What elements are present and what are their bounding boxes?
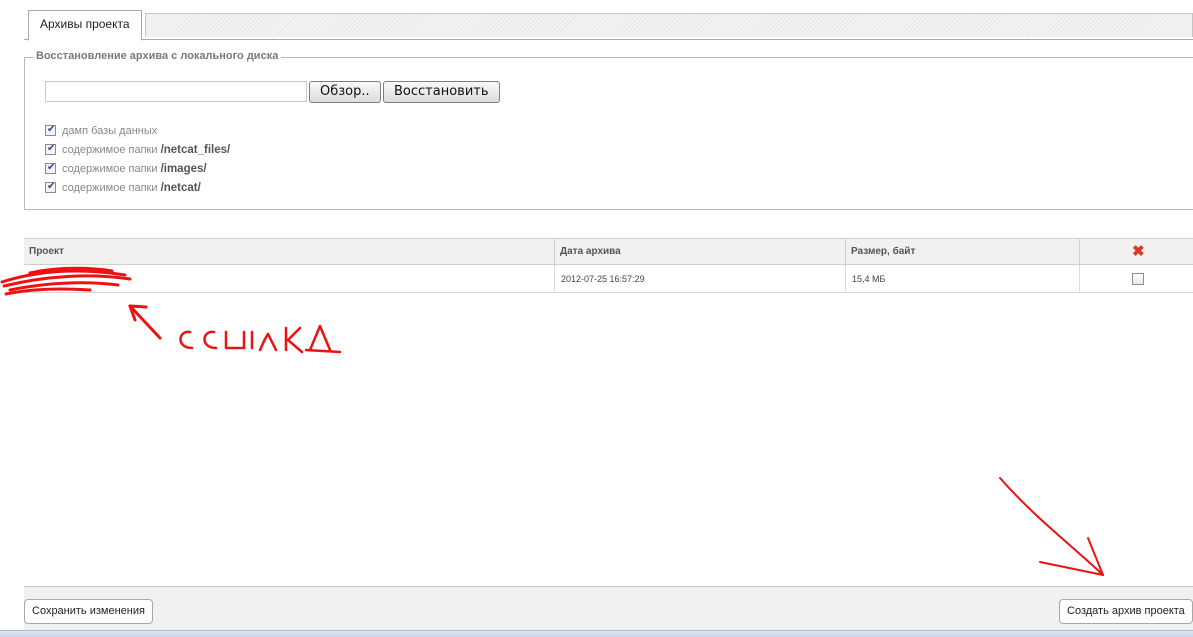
option-netcat-files[interactable]: содержимое папки /netcat_files/: [45, 142, 231, 157]
footer-bar: Сохранить изменения Создать архив проект…: [24, 586, 1193, 630]
save-changes-button[interactable]: Сохранить изменения: [24, 599, 153, 624]
link-arrow: [128, 304, 162, 340]
archive-page: Архивы проекта Восстановление архива с л…: [0, 0, 1193, 637]
archive-size-cell: 15,4 МБ: [846, 265, 1080, 293]
column-size: Размер, байт: [846, 239, 1080, 265]
table-header: Проект Дата архива Размер, байт ✖: [24, 239, 1193, 265]
column-project: Проект: [24, 239, 555, 265]
table-row: 2012-07-25 16:57:29 15,4 МБ: [24, 265, 1193, 293]
option-netcat-files-label: содержимое папки: [62, 144, 161, 156]
restore-section-legend: Восстановление архива с локального диска: [33, 50, 282, 62]
column-archive-date: Дата архива: [555, 239, 846, 265]
option-images-checkbox[interactable]: [45, 161, 56, 175]
archive-date-cell: 2012-07-25 16:57:29: [555, 265, 846, 293]
restore-archive-section: Восстановление архива с локального диска…: [24, 50, 1193, 210]
option-netcat-files-checkbox[interactable]: [45, 142, 56, 156]
create-button-arrow: [999, 477, 1104, 576]
option-netcat-label: содержимое папки: [62, 182, 161, 194]
archive-table: Проект Дата архива Размер, байт ✖ 2012-0…: [24, 238, 1193, 293]
handwritten-note-ssylka: [179, 324, 342, 354]
option-db-dump[interactable]: дамп базы данных: [45, 123, 158, 138]
option-images-path: /images/: [160, 163, 207, 175]
browser-status-bar: [0, 630, 1193, 637]
option-netcat-path: /netcat/: [160, 182, 201, 194]
option-netcat-checkbox[interactable]: [45, 180, 56, 194]
delete-icon[interactable]: ✖: [1132, 244, 1145, 259]
browse-button[interactable]: Обзор..: [309, 81, 381, 103]
option-images-label: содержимое папки: [62, 163, 161, 175]
row-delete-checkbox[interactable]: [1132, 273, 1144, 285]
option-netcat[interactable]: содержимое папки /netcat/: [45, 180, 201, 195]
option-db-dump-checkbox[interactable]: [45, 123, 56, 137]
option-db-dump-label: дамп базы данных: [62, 125, 158, 137]
restore-button[interactable]: Восстановить: [383, 81, 500, 103]
archive-file-input[interactable]: [45, 81, 307, 102]
tab-bar-filler: [145, 13, 1193, 37]
tab-bar: Архивы проекта: [24, 10, 1193, 41]
project-link[interactable]: [24, 265, 555, 293]
option-images[interactable]: содержимое папки /images/: [45, 161, 207, 176]
create-archive-button[interactable]: Создать архив проекта: [1059, 599, 1193, 624]
option-netcat-files-path: /netcat_files/: [160, 144, 231, 156]
tab-project-archives[interactable]: Архивы проекта: [28, 10, 142, 41]
